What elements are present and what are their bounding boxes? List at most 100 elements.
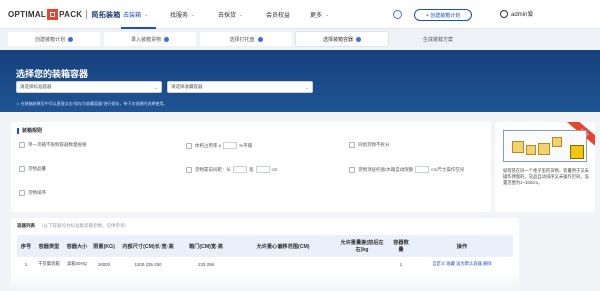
user-menu[interactable]: admin爱 xyxy=(500,9,533,18)
packing-rules-card: 装箱规则 单一货箱不限制容器数量规格 体积占用率 ≥ %平铺 同组货物不拆分 货物… xyxy=(11,122,491,212)
nav-item-label: 找服务 xyxy=(170,13,189,19)
check-icon xyxy=(68,36,73,42)
rule-unit: cm尺寸操作空间 xyxy=(431,166,465,172)
table-title: 容器列表 xyxy=(17,223,35,228)
nav-item-label: 去装箱 xyxy=(123,13,142,19)
nav-item-services[interactable]: 找服务 ⌄ xyxy=(162,0,210,29)
column-header: 容器类型 xyxy=(38,243,60,250)
nav-item-sourcing[interactable]: 去採货 ⌄ xyxy=(210,0,258,29)
user-name: admin爱 xyxy=(511,12,534,18)
column-header: 容器大小 xyxy=(66,243,88,250)
checkbox-icon[interactable] xyxy=(349,166,355,173)
logo-separator xyxy=(86,10,88,19)
gap-width-input[interactable] xyxy=(255,166,270,173)
column-header: 容器数量 xyxy=(393,240,409,253)
rule-label: 货物靠前间距：长 xyxy=(195,166,231,172)
checkbox-icon[interactable] xyxy=(19,142,25,148)
rule-label: 单一货箱不限制容器数量规格 xyxy=(28,142,87,147)
rule-label: 体积占用率 ≥ xyxy=(195,142,222,148)
chevron-down-icon: ⌄ xyxy=(304,85,309,91)
top-navigation-bar: OPTIMAL PACK 简拓装箱 去装箱 ⌄ 找服务 ⌄ 去採货 ⌄ 会员权益 更多… xyxy=(0,0,600,29)
scroll-fade xyxy=(0,272,600,291)
cell-type: 干货集装箱 xyxy=(38,261,60,266)
forklift-icon xyxy=(570,145,584,159)
checkbox-icon[interactable] xyxy=(349,142,355,148)
container-loading-illustration xyxy=(503,130,587,162)
logo-square-icon xyxy=(47,9,59,20)
rule-label: 货物品叠 xyxy=(28,166,46,171)
step-label: 创建装箱计划 xyxy=(34,36,65,43)
chevron-down-icon: ⌄ xyxy=(239,11,244,18)
rule-top-limit[interactable]: 货物顶层托盘/木箱自动限额 cm尺寸操作空间 xyxy=(349,166,464,173)
step-label: 录入装箱货物 xyxy=(130,36,161,43)
container-selection-banner: 选择您的装箱容器 请选择标准容器 ⌄ 请选择收藏容器 ⌄ ☆ 在装箱结果页中可以直接… xyxy=(0,50,600,112)
step-enter-goods[interactable]: 录入装箱货物 xyxy=(104,32,196,46)
nav-item-label: 更多 xyxy=(310,13,323,19)
checkbox-icon[interactable] xyxy=(19,190,25,196)
favorite-container-select[interactable]: 请选择收藏容器 ⌄ xyxy=(167,81,313,93)
rule-label: 同组货物不拆分 xyxy=(358,142,390,147)
column-header: 操作 xyxy=(456,243,468,250)
logo-text-right: PACK xyxy=(59,10,83,19)
cell-weight-diff xyxy=(333,259,391,269)
rule-volume-rate[interactable]: 体积占用率 ≥ %平铺 xyxy=(186,142,252,149)
cell-size: 高箱40HQ xyxy=(67,261,87,266)
step-choose-pallet[interactable]: 选择打托盘 xyxy=(200,32,292,46)
column-header: 允许重心偏移范围(CM) xyxy=(256,243,310,250)
standard-container-select[interactable]: 请选择标准容器 ⌄ xyxy=(16,81,162,93)
step-label: 选择打托盘 xyxy=(229,36,255,43)
check-icon xyxy=(257,36,263,42)
rule-label: 货物排序 xyxy=(28,190,46,195)
rule-unit: 宽 xyxy=(249,166,254,172)
chevron-down-icon: ⌄ xyxy=(325,11,330,18)
rule-no-limit[interactable]: 单一货箱不限制容器数量规格 xyxy=(19,142,87,148)
cell-quantity[interactable]: 1 xyxy=(391,259,411,269)
gap-length-input[interactable] xyxy=(233,166,247,173)
user-avatar-icon xyxy=(500,9,508,18)
chevron-down-icon: ⌄ xyxy=(153,85,158,91)
logo-text-left: OPTIMAL xyxy=(8,10,47,19)
rule-no-split[interactable]: 同组货物不拆分 xyxy=(349,142,390,148)
nav-item-label: 会员权益 xyxy=(266,13,291,19)
step-generate-plan[interactable]: 生成装载方案 xyxy=(392,32,484,46)
create-plan-button[interactable]: + 创建装箱计划 xyxy=(414,9,472,21)
nav-item-more[interactable]: 更多 ⌄ xyxy=(302,0,338,29)
rule-unit: %平铺 xyxy=(239,142,253,148)
checkbox-icon[interactable] xyxy=(19,166,25,172)
current-step-icon xyxy=(356,36,361,42)
rule-label: 货物顶层托盘/木箱自动限额 xyxy=(358,166,414,172)
brand-logo[interactable]: OPTIMAL PACK 简拓装箱 xyxy=(8,8,121,21)
rule-unit: cm xyxy=(271,167,278,172)
cell-center-offset xyxy=(233,259,333,269)
table-row[interactable]: 1 干货集装箱 高箱40HQ 26000 1200·235·250 233·25… xyxy=(17,259,513,269)
nav-item-packing[interactable]: 去装箱 ⌄ xyxy=(115,0,162,29)
checkbox-icon[interactable] xyxy=(186,142,192,149)
rule-stacking[interactable]: 货物品叠 xyxy=(19,166,46,172)
feature-promo-card: NEW 如何装在同一个柜子里的货物，装量用于又未操作弹窗的，货品自动排序又未操作… xyxy=(495,122,595,212)
chevron-down-icon: ⌄ xyxy=(144,11,149,18)
step-label: 选择装箱容器 xyxy=(322,36,353,43)
volume-rate-input[interactable] xyxy=(223,142,238,149)
container-list-title: 容器列表 （以下容器均为标准集装箱参数，仅供参考） xyxy=(17,223,129,229)
column-header: 限重(KG) xyxy=(93,243,115,250)
cell-index: 1 xyxy=(24,261,28,267)
check-icon xyxy=(164,36,169,42)
select-placeholder: 请选择标准容器 xyxy=(20,84,52,89)
rule-sorting[interactable]: 货物排序 xyxy=(19,190,46,196)
step-label: 生成装载方案 xyxy=(422,36,453,43)
rule-front-gap[interactable]: 货物靠前间距：长 宽 cm xyxy=(186,166,278,173)
checkbox-icon[interactable] xyxy=(186,166,192,173)
save-favorite-hint: ☆ 在装箱结果页中可以直接点击“保存为收藏容器”进行保存，待下次创建时选择使用。 xyxy=(16,101,168,106)
nav-item-membership[interactable]: 会员权益 xyxy=(258,0,302,29)
cell-inner-dimensions: 1200·235·250 xyxy=(134,261,162,267)
page-title: 选择您的装箱容器 xyxy=(16,69,89,79)
feature-description: 如何装在同一个柜子里的货物，装量用于又未操作弹窗的，货品自动排序又未操作空间，设… xyxy=(503,168,589,185)
top-limit-input[interactable] xyxy=(415,166,430,173)
chevron-down-icon: ⌄ xyxy=(191,11,196,18)
row-actions[interactable]: 自定义 收藏 设为默认容器 删除 xyxy=(411,259,513,269)
step-progress-bar: 创建装箱计划 录入装箱货物 选择打托盘 选择装箱容器 生成装载方案 xyxy=(0,29,600,50)
refresh-icon[interactable] xyxy=(393,10,402,19)
create-plan-label: + 创建装箱计划 xyxy=(425,12,461,19)
step-create-plan[interactable]: 创建装箱计划 xyxy=(8,32,100,46)
step-choose-container[interactable]: 选择装箱容器 xyxy=(296,32,388,46)
